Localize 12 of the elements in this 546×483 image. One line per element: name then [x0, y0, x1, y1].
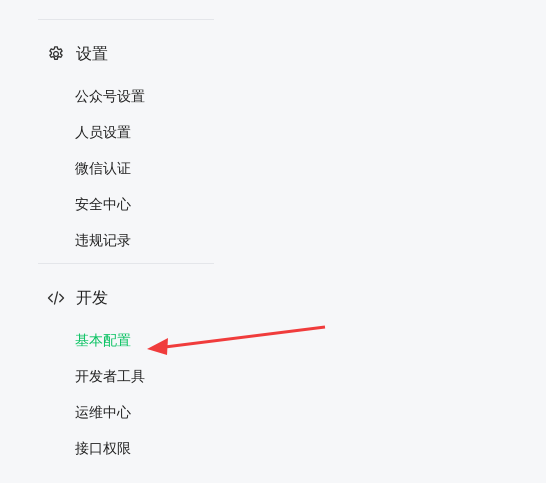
- menu-item[interactable]: 运维中心: [75, 404, 131, 422]
- menu-item[interactable]: 开发者工具: [75, 368, 145, 386]
- menu-item[interactable]: 接口权限: [75, 440, 131, 458]
- section-title: 开发: [76, 288, 108, 308]
- settings-icon: [47, 45, 65, 63]
- menu-item[interactable]: 公众号设置: [75, 88, 145, 106]
- section-title: 设置: [76, 44, 108, 64]
- menu-item[interactable]: 微信认证: [75, 160, 131, 178]
- menu-item[interactable]: 违规记录: [75, 232, 131, 250]
- code-icon: [47, 289, 65, 307]
- menu-item[interactable]: 安全中心: [75, 196, 131, 214]
- menu-item[interactable]: 人员设置: [75, 124, 131, 142]
